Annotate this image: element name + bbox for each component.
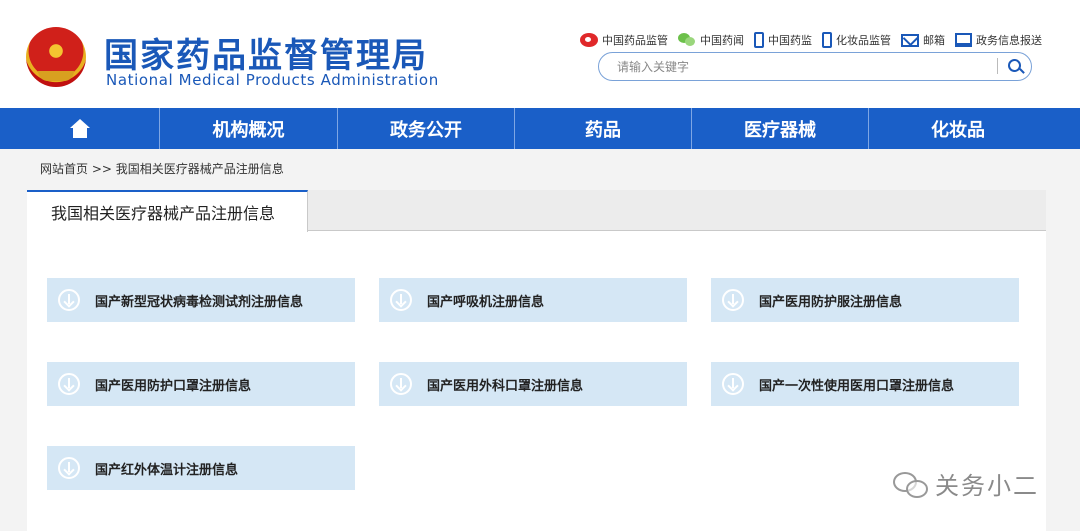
card-label: 国产新型冠状病毒检测试剂注册信息 xyxy=(95,294,304,310)
top-link-wechat[interactable]: 中国药闻 xyxy=(678,32,744,48)
watermark: 关务小二 xyxy=(893,466,1039,501)
top-link-label: 中国药闻 xyxy=(700,34,744,47)
top-link-report[interactable]: 政务信息报送 xyxy=(955,32,1042,48)
top-link-label: 邮箱 xyxy=(923,34,945,47)
download-circle-icon xyxy=(390,289,412,311)
card-protective-mask-registration[interactable]: 国产医用防护口罩注册信息 xyxy=(47,362,355,406)
card-surgical-mask-registration[interactable]: 国产医用外科口罩注册信息 xyxy=(379,362,687,406)
card-label: 国产医用防护服注册信息 xyxy=(759,294,903,310)
main-nav: 机构概况 政务公开 药品 医疗器械 化妆品 xyxy=(0,108,1080,149)
nav-home[interactable] xyxy=(0,108,160,149)
site-title-en[interactable]: National Medical Products Administration xyxy=(106,71,439,89)
nav-item-drugs[interactable]: 药品 xyxy=(515,108,692,149)
download-circle-icon xyxy=(722,373,744,395)
download-circle-icon xyxy=(58,289,80,311)
card-label: 国产红外体温计注册信息 xyxy=(95,462,239,478)
search-divider xyxy=(997,58,998,74)
breadcrumb[interactable]: 网站首页 >> 我国相关医疗器械产品注册信息 xyxy=(40,160,284,177)
top-link-cosmetics-app[interactable]: 化妆品监管 xyxy=(822,32,891,48)
card-protective-suit-registration[interactable]: 国产医用防护服注册信息 xyxy=(711,278,1019,322)
watermark-text: 关务小二 xyxy=(935,472,1039,500)
top-link-label: 中国药监 xyxy=(768,34,812,47)
top-links: 中国药品监管 中国药闻 中国药监 化妆品监管 邮箱 政务信息报送 xyxy=(580,32,1042,48)
top-link-label: 中国药品监管 xyxy=(602,34,668,47)
wechat-watermark-icon xyxy=(893,470,929,498)
tab-active[interactable]: 我国相关医疗器械产品注册信息 xyxy=(27,190,308,232)
weibo-icon xyxy=(580,33,598,47)
national-emblem-logo[interactable] xyxy=(26,27,86,87)
wechat-icon xyxy=(678,33,696,47)
top-link-label: 政务信息报送 xyxy=(976,34,1042,47)
card-label: 国产医用防护口罩注册信息 xyxy=(95,378,252,394)
top-link-label: 化妆品监管 xyxy=(836,34,891,47)
search-icon[interactable] xyxy=(1006,58,1024,76)
nav-item-organization[interactable]: 机构概况 xyxy=(160,108,338,149)
search-input[interactable] xyxy=(617,58,987,76)
card-disposable-mask-registration[interactable]: 国产一次性使用医用口罩注册信息 xyxy=(711,362,1019,406)
card-label: 国产医用外科口罩注册信息 xyxy=(427,378,584,394)
top-link-mobile-app[interactable]: 中国药监 xyxy=(754,32,812,48)
site-title-cn[interactable]: 国家药品监督管理局 xyxy=(104,28,428,77)
site-header: 国家药品监督管理局 National Medical Products Admi… xyxy=(0,0,1080,108)
card-covid-test-registration[interactable]: 国产新型冠状病毒检测试剂注册信息 xyxy=(47,278,355,322)
search-box xyxy=(598,52,1032,81)
card-ventilator-registration[interactable]: 国产呼吸机注册信息 xyxy=(379,278,687,322)
card-label: 国产呼吸机注册信息 xyxy=(427,294,545,310)
mail-icon xyxy=(901,33,919,47)
download-circle-icon xyxy=(390,373,412,395)
report-icon xyxy=(955,33,972,47)
card-infrared-thermometer-registration[interactable]: 国产红外体温计注册信息 xyxy=(47,446,355,490)
top-link-weibo[interactable]: 中国药品监管 xyxy=(580,32,668,48)
nav-item-cosmetics[interactable]: 化妆品 xyxy=(869,108,1047,149)
mobile-icon xyxy=(822,32,832,48)
download-circle-icon xyxy=(58,457,80,479)
download-circle-icon xyxy=(722,289,744,311)
top-link-mail[interactable]: 邮箱 xyxy=(901,32,945,48)
nav-item-medical-devices[interactable]: 医疗器械 xyxy=(692,108,869,149)
mobile-icon xyxy=(754,32,764,48)
home-icon xyxy=(69,118,91,139)
download-circle-icon xyxy=(58,373,80,395)
card-label: 国产一次性使用医用口罩注册信息 xyxy=(759,378,955,394)
nav-item-government-affairs[interactable]: 政务公开 xyxy=(338,108,515,149)
